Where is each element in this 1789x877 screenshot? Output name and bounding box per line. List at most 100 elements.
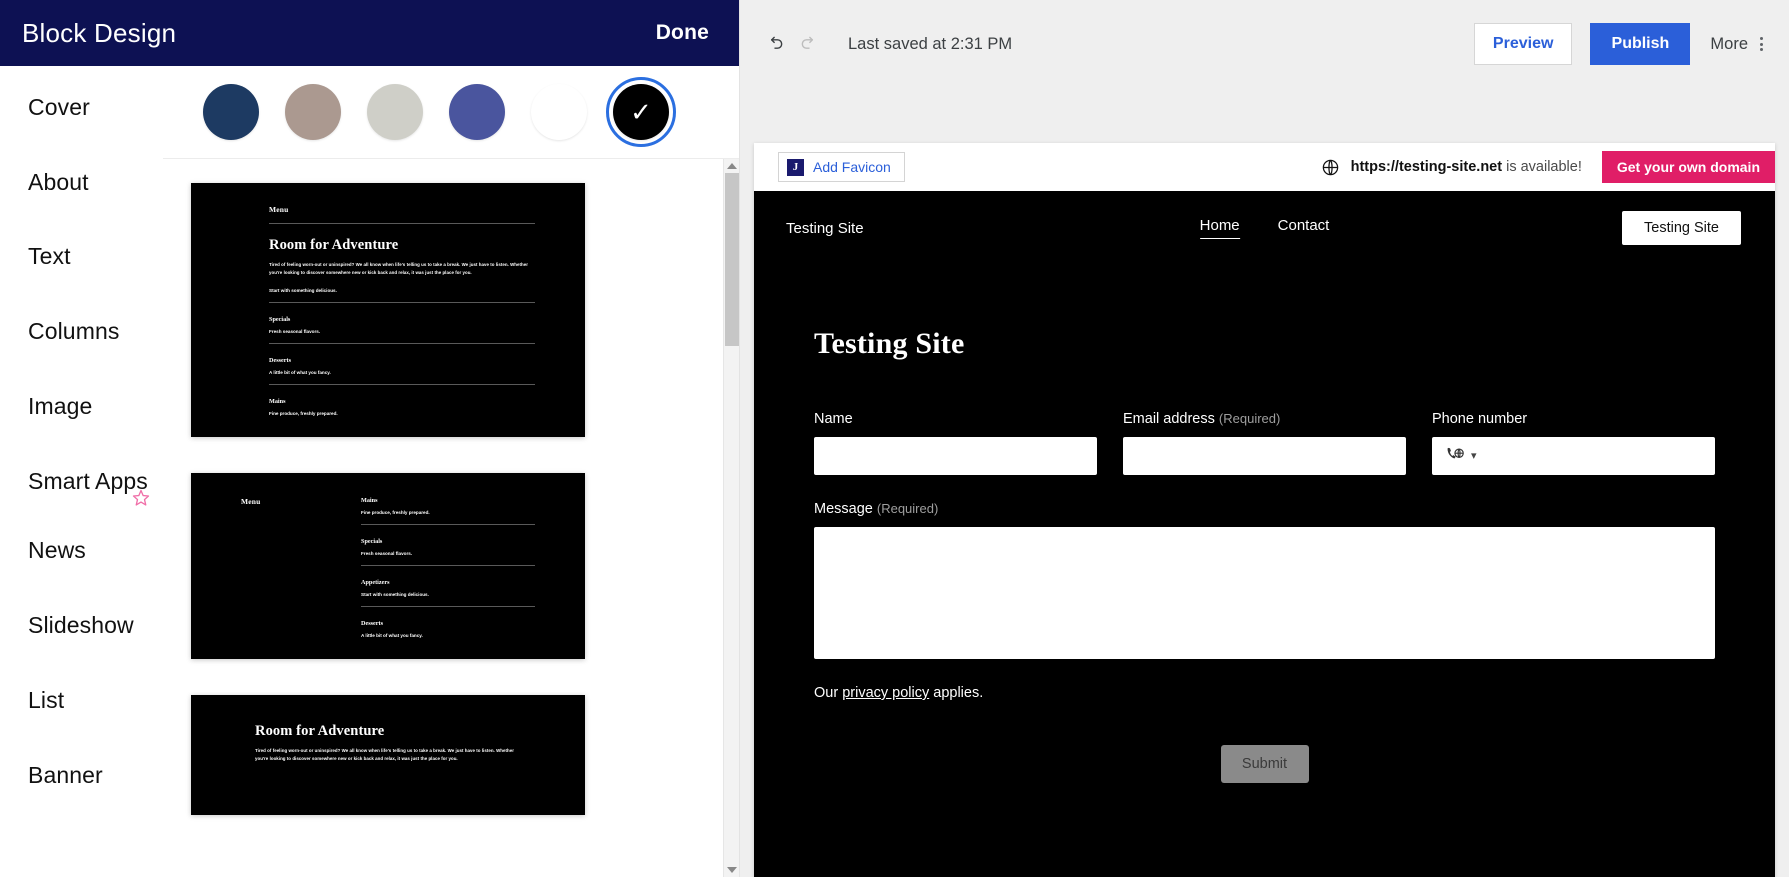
site-preview-pane: Last saved at 2:31 PM Preview Publish Mo… xyxy=(740,0,1789,877)
divider xyxy=(269,223,535,224)
sidebar-item-image[interactable]: Image xyxy=(0,391,163,423)
domain-bar: J Add Favicon https://testing-site.net i… xyxy=(754,143,1775,191)
domain-status-text: https://testing-site.net is available! xyxy=(1351,159,1582,175)
preview-button[interactable]: Preview xyxy=(1473,23,1573,65)
email-required-tag: (Required) xyxy=(1218,411,1281,426)
section-title: Specials xyxy=(361,538,383,545)
sidebar-item-list[interactable]: List xyxy=(0,685,163,717)
scroll-down-icon[interactable] xyxy=(724,863,739,877)
color-swatch-taupe[interactable] xyxy=(285,84,341,140)
site-nav-links: Home Contact xyxy=(1199,217,1330,239)
kebab-menu-icon xyxy=(1760,37,1763,51)
editor-body: Cover About Text Columns Image Smart App… xyxy=(0,66,739,877)
message-required-tag: (Required) xyxy=(876,501,939,516)
section-desc: Fine produce, freshly prepared. xyxy=(269,411,338,417)
sidebar-item-smart-apps[interactable]: Smart Apps xyxy=(0,466,163,506)
name-label: Name xyxy=(814,411,1097,427)
favicon-preview-icon: J xyxy=(787,158,804,176)
site-cta-button[interactable]: Testing Site xyxy=(1622,211,1741,245)
chevron-down-icon[interactable]: ▾ xyxy=(1471,450,1477,462)
privacy-notice: Our privacy policy applies. xyxy=(814,685,1715,701)
section-desc: A little bit of what you fancy. xyxy=(361,633,423,638)
phone-input[interactable]: ▾ xyxy=(1432,437,1715,475)
section-desc: A little bit of what you fancy. xyxy=(269,370,331,376)
submit-button[interactable]: Submit xyxy=(1220,745,1309,783)
preview1-heading: Room for Adventure xyxy=(269,237,399,253)
submit-row: Submit xyxy=(814,745,1715,783)
privacy-suffix: applies. xyxy=(929,685,984,701)
message-textarea[interactable] xyxy=(814,527,1715,659)
star-icon xyxy=(131,488,151,508)
section-title: Desserts xyxy=(269,357,291,365)
color-swatch-navy[interactable] xyxy=(203,84,259,140)
site-toolbar: Last saved at 2:31 PM Preview Publish Mo… xyxy=(740,0,1789,88)
preview2-section: Desserts A little bit of what you fancy. xyxy=(361,620,535,638)
sidebar-item-about[interactable]: About xyxy=(0,167,163,199)
section-title: Mains xyxy=(269,398,286,406)
domain-availability: https://testing-site.net is available! G… xyxy=(1321,151,1775,183)
layout-preview-option-1[interactable]: Menu Room for Adventure Tired of feeling… xyxy=(191,183,585,437)
color-swatch-indigo[interactable] xyxy=(449,84,505,140)
site-card: J Add Favicon https://testing-site.net i… xyxy=(754,143,1775,877)
sidebar-item-columns[interactable]: Columns xyxy=(0,316,163,348)
color-swatch-white[interactable] xyxy=(531,84,587,140)
preview1-intro: Start with something delicious. xyxy=(269,288,337,294)
name-input[interactable] xyxy=(814,437,1097,475)
redo-icon[interactable] xyxy=(792,27,826,61)
publish-button[interactable]: Publish xyxy=(1590,23,1691,65)
sidebar-item-slideshow[interactable]: Slideshow xyxy=(0,610,163,642)
layout-preview-option-3[interactable]: Room for Adventure Tired of feeling worn… xyxy=(191,695,585,815)
scroll-up-icon[interactable] xyxy=(724,159,739,173)
layout-preview-list: Menu Room for Adventure Tired of feeling… xyxy=(163,159,739,877)
contact-form-row-2: Message (Required) xyxy=(814,501,1715,659)
add-favicon-button[interactable]: J Add Favicon xyxy=(778,152,905,182)
scrollbar-thumb[interactable] xyxy=(725,173,739,346)
site-body: Testing Site Home Contact Testing Site T… xyxy=(754,191,1775,877)
get-own-domain-button[interactable]: Get your own domain xyxy=(1601,151,1775,183)
phone-label-text: Phone number xyxy=(1432,411,1528,427)
email-input[interactable] xyxy=(1123,437,1406,475)
sidebar-item-label: Smart Apps xyxy=(28,467,148,494)
last-saved-text: Last saved at 2:31 PM xyxy=(848,34,1013,53)
color-swatch-light-gray[interactable] xyxy=(367,84,423,140)
phone-globe-icon xyxy=(1446,446,1466,467)
preview-list-scrollbar[interactable] xyxy=(723,159,739,877)
undo-icon[interactable] xyxy=(758,27,792,61)
sidebar-item-cover[interactable]: Cover xyxy=(0,92,163,124)
message-label: Message (Required) xyxy=(814,501,1715,517)
page-title: Testing Site xyxy=(814,327,965,360)
preview1-section: Specials Fresh seasonal flavors. xyxy=(269,316,535,334)
app-root: Block Design Done Cover About Text Colum… xyxy=(0,0,1789,877)
preview2-section: Mains Fine produce, freshly prepared. xyxy=(361,497,535,515)
sidebar-item-news[interactable]: News xyxy=(0,535,163,567)
field-email: Email address (Required) xyxy=(1123,411,1406,475)
more-label: More xyxy=(1710,34,1748,53)
preview1-body: Tired of feeling worn-out or uninspired?… xyxy=(269,262,529,275)
layout-preview-option-2[interactable]: Menu Mains Fine produce, freshly prepare… xyxy=(191,473,585,659)
divider xyxy=(361,524,535,525)
section-title: Specials xyxy=(269,316,291,324)
domain-url: https://testing-site.net xyxy=(1350,159,1503,175)
privacy-policy-link[interactable]: privacy policy xyxy=(842,685,929,701)
color-swatch-black[interactable]: ✓ xyxy=(606,77,676,147)
preview1-section: Desserts A little bit of what you fancy. xyxy=(269,357,535,375)
add-favicon-label: Add Favicon xyxy=(813,159,891,175)
section-title: Desserts xyxy=(361,620,383,627)
email-label: Email address (Required) xyxy=(1123,411,1406,427)
globe-icon xyxy=(1321,158,1340,177)
design-column: ✓ Menu Room for Adventure Tired of feeli… xyxy=(163,66,739,877)
sidebar-item-text[interactable]: Text xyxy=(0,241,163,273)
more-button[interactable]: More xyxy=(1710,35,1763,54)
editor-title: Block Design xyxy=(22,17,177,48)
divider xyxy=(361,606,535,607)
preview2-section: Appetizers Start with something deliciou… xyxy=(361,579,535,597)
nav-link-home[interactable]: Home xyxy=(1199,217,1240,239)
editor-header: Block Design Done xyxy=(0,0,739,66)
site-brand: Testing Site xyxy=(786,219,864,237)
sidebar-item-banner[interactable]: Banner xyxy=(0,760,163,792)
done-button[interactable]: Done xyxy=(656,21,709,45)
contact-form-row-1: Name Email address (Required) Phone numb… xyxy=(814,411,1715,475)
domain-availability-suffix: is available! xyxy=(1502,159,1582,175)
preview1-menu-label: Menu xyxy=(269,205,289,214)
nav-link-contact[interactable]: Contact xyxy=(1278,217,1330,239)
